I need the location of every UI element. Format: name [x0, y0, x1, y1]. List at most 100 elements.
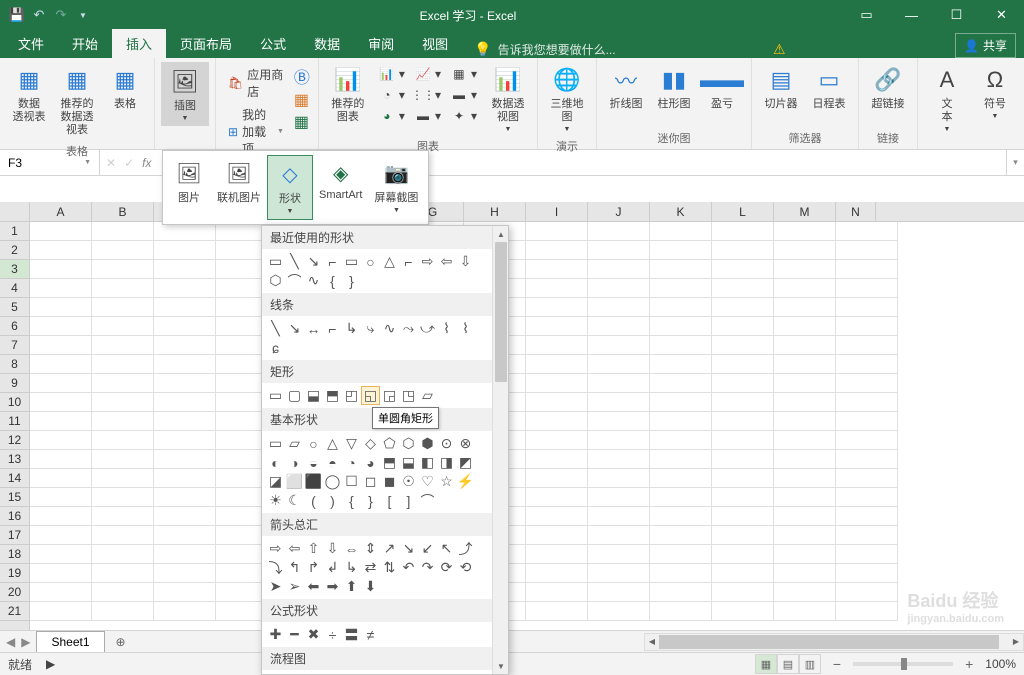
row-header-20[interactable]: 20	[0, 583, 29, 602]
cell[interactable]	[836, 469, 898, 488]
cell[interactable]	[526, 355, 588, 374]
cell[interactable]	[92, 279, 154, 298]
cell[interactable]	[154, 431, 216, 450]
table-button[interactable]: ▦ 表格	[102, 62, 148, 113]
cell[interactable]	[92, 431, 154, 450]
row-header-21[interactable]: 21	[0, 602, 29, 621]
cell[interactable]	[92, 317, 154, 336]
shape-curve[interactable]: ∿	[304, 271, 323, 290]
people-graph-icon[interactable]: ▦	[294, 112, 310, 132]
cell[interactable]	[92, 564, 154, 583]
shape-arrow-d[interactable]: ⇩	[456, 252, 475, 271]
cell[interactable]	[650, 374, 712, 393]
hyperlink-button[interactable]: 🔗 超链接	[865, 62, 911, 113]
tab-insert[interactable]: 插入	[112, 29, 166, 58]
cell[interactable]	[712, 412, 774, 431]
formula-expand-button[interactable]: ▾	[1006, 150, 1024, 175]
cell[interactable]	[774, 355, 836, 374]
shape-line[interactable]: ╲	[285, 252, 304, 271]
shape-equal[interactable]: 〓	[342, 625, 361, 644]
cell[interactable]	[30, 298, 92, 317]
cell[interactable]	[588, 583, 650, 602]
shape-line9[interactable]: ⤻	[418, 319, 437, 338]
cell[interactable]	[526, 431, 588, 450]
shape-rect[interactable]: ▭	[342, 252, 361, 271]
shape-rect8[interactable]: ◳	[399, 386, 418, 405]
cell[interactable]	[30, 583, 92, 602]
cell[interactable]	[526, 336, 588, 355]
shape-plus[interactable]: ✚	[266, 625, 285, 644]
cell[interactable]	[92, 355, 154, 374]
bar-chart-button[interactable]: ▬▾	[411, 106, 445, 126]
text-button[interactable]: A 文 本 ▼	[924, 62, 970, 135]
shape-arc[interactable]: ⌒	[285, 271, 304, 290]
zoom-in-button[interactable]: +	[961, 656, 977, 672]
shape-arrow-10[interactable]: ⤴	[456, 539, 475, 558]
cell[interactable]	[92, 412, 154, 431]
shape-arrow-24[interactable]: ⬅	[304, 577, 323, 596]
shape-basic-11[interactable]: ◐	[266, 453, 285, 472]
cell[interactable]	[526, 412, 588, 431]
cell[interactable]	[526, 241, 588, 260]
cell[interactable]	[154, 393, 216, 412]
shape-notequal[interactable]: ≠	[361, 625, 380, 644]
cell[interactable]	[92, 336, 154, 355]
shape-basic-40[interactable]: ]	[399, 491, 418, 510]
recommended-charts-button[interactable]: 📊 推荐的 图表	[325, 62, 371, 126]
cell[interactable]	[588, 241, 650, 260]
cell[interactable]	[30, 260, 92, 279]
shape-rect-single-round[interactable]: ◱	[361, 386, 380, 405]
cell[interactable]	[92, 469, 154, 488]
cell[interactable]	[774, 222, 836, 241]
shape-rect7[interactable]: ◲	[380, 386, 399, 405]
horizontal-scrollbar[interactable]: ◀ ▶	[644, 633, 1024, 651]
cell[interactable]	[774, 507, 836, 526]
cell[interactable]	[92, 260, 154, 279]
shape-basic-15[interactable]: ◔	[342, 453, 361, 472]
shape-basic-28[interactable]: ◼	[380, 472, 399, 491]
zoom-level[interactable]: 100%	[985, 657, 1016, 671]
tab-page-layout[interactable]: 页面布局	[166, 29, 246, 58]
cell[interactable]	[526, 507, 588, 526]
shape-basic-23[interactable]: ⬜	[285, 472, 304, 491]
shape-basic-5[interactable]: ◇	[361, 434, 380, 453]
cell[interactable]	[92, 602, 154, 621]
cell[interactable]	[92, 526, 154, 545]
cell[interactable]	[92, 488, 154, 507]
shape-arrow-25[interactable]: ➡	[323, 577, 342, 596]
shape-arrow-9[interactable]: ↖	[437, 539, 456, 558]
tell-me-search[interactable]: 💡 告诉我您想要做什么...	[474, 41, 615, 58]
cell[interactable]	[92, 583, 154, 602]
cell[interactable]	[650, 317, 712, 336]
shape-basic-32[interactable]: ⚡	[456, 472, 475, 491]
shape-basic-1[interactable]: ▱	[285, 434, 304, 453]
cell[interactable]	[712, 298, 774, 317]
shape-arrow-8[interactable]: ↙	[418, 539, 437, 558]
cell[interactable]	[712, 336, 774, 355]
cell[interactable]	[836, 450, 898, 469]
row-header-18[interactable]: 18	[0, 545, 29, 564]
shapes-scrollbar[interactable]: ▲ ▼	[492, 226, 508, 674]
row-header-12[interactable]: 12	[0, 431, 29, 450]
cell[interactable]	[836, 298, 898, 317]
shape-basic-3[interactable]: △	[323, 434, 342, 453]
cell[interactable]	[836, 564, 898, 583]
cell[interactable]	[30, 431, 92, 450]
cell[interactable]	[650, 412, 712, 431]
shape-arrow-23[interactable]: ➢	[285, 577, 304, 596]
cell[interactable]	[526, 469, 588, 488]
cell[interactable]	[30, 279, 92, 298]
cell[interactable]	[650, 336, 712, 355]
zoom-thumb[interactable]	[901, 658, 907, 670]
shape-line3[interactable]: ↔	[304, 319, 323, 338]
shape-arrow-3[interactable]: ⇩	[323, 539, 342, 558]
cell[interactable]	[836, 412, 898, 431]
cell[interactable]	[588, 526, 650, 545]
cell[interactable]	[712, 222, 774, 241]
cell[interactable]	[774, 450, 836, 469]
tab-review[interactable]: 审阅	[354, 29, 408, 58]
undo-icon[interactable]: ↶	[30, 6, 48, 24]
shape-basic-34[interactable]: ☾	[285, 491, 304, 510]
column-header-A[interactable]: A	[30, 202, 92, 221]
view-normal-button[interactable]: ▦	[755, 654, 777, 674]
